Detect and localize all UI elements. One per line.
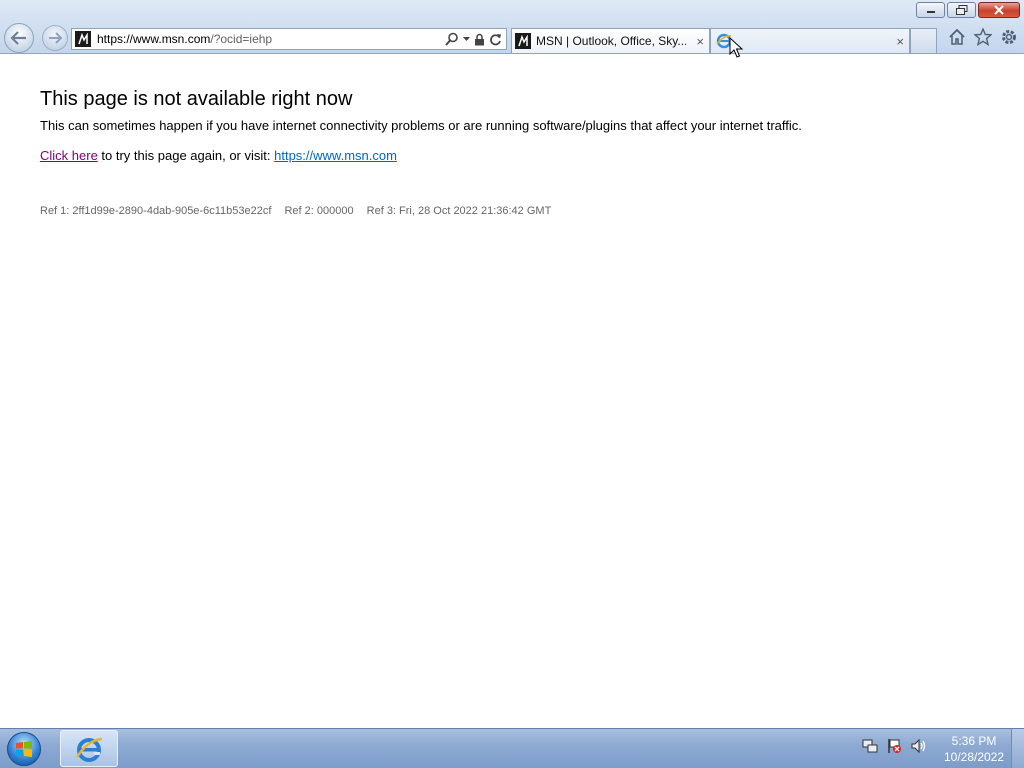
address-url[interactable]: https://www.msn.com/?ocid=iehp [97, 32, 272, 46]
search-icon[interactable] [445, 32, 459, 46]
msn-tab-favicon [515, 33, 531, 49]
home-icon[interactable] [948, 28, 966, 46]
internet-explorer-icon [75, 737, 103, 762]
tab-title: MSN | Outlook, Office, Sky... [536, 34, 686, 48]
url-rest: /?ocid=iehp [210, 32, 273, 46]
url-prefix: https://www. [97, 32, 162, 46]
minimize-icon [926, 11, 935, 13]
ref-3: Ref 3: Fri, 28 Oct 2022 21:36:42 GMT [366, 205, 552, 217]
taskbar-internet-explorer[interactable] [60, 730, 118, 767]
system-clock[interactable]: 5:36 PM 10/28/2022 [936, 733, 1012, 765]
windows-logo-icon [7, 732, 41, 766]
error-page: This page is not available right now Thi… [40, 88, 1000, 218]
tab-msn[interactable]: MSN | Outlook, Office, Sky... × [511, 28, 710, 53]
ref-1: Ref 1: 2ff1d99e-2890-4dab-905e-6c11b53e2… [40, 205, 272, 217]
browser-chrome: https://www.msn.com/?ocid=iehp MSN | Out… [0, 0, 1024, 54]
page-title: This page is not available right now [40, 88, 353, 110]
msn-favicon [75, 31, 91, 47]
start-button[interactable] [4, 730, 44, 768]
url-host: msn.com [161, 32, 211, 46]
retry-text: to try this page again, or visit: [97, 148, 275, 163]
click-here-link[interactable]: Click here [40, 148, 98, 163]
forward-button[interactable] [42, 25, 68, 51]
taskbar: 5:36 PM 10/28/2022 [0, 728, 1024, 768]
reference-codes: Ref 1: 2ff1d99e-2890-4dab-905e-6c11b53e2… [40, 204, 1000, 218]
clock-time: 5:36 PM [951, 734, 997, 748]
refresh-icon[interactable] [489, 33, 502, 46]
error-description: This can sometimes happen if you have in… [40, 118, 802, 133]
show-desktop-button[interactable] [1011, 729, 1024, 768]
window-controls [916, 2, 1020, 18]
volume-icon[interactable] [910, 738, 926, 754]
action-center-flag-icon[interactable] [886, 738, 902, 754]
mouse-cursor-icon [729, 37, 743, 58]
tab-close-button[interactable]: × [696, 35, 704, 48]
minimize-button[interactable] [916, 2, 945, 18]
network-icon[interactable] [862, 738, 878, 754]
restore-button[interactable] [947, 2, 976, 18]
close-window-button[interactable] [978, 2, 1020, 18]
new-tab-button[interactable] [910, 28, 937, 53]
forward-arrow-icon [49, 32, 63, 44]
restore-icon [955, 5, 967, 15]
clock-date: 10/28/2022 [943, 750, 1005, 764]
tab-close-button[interactable]: × [896, 35, 904, 48]
back-arrow-icon [10, 31, 26, 45]
ref-2: Ref 2: 000000 [284, 205, 354, 217]
retry-line: Click here to try this page again, or vi… [40, 148, 1000, 164]
lock-icon[interactable] [474, 33, 485, 46]
address-bar[interactable]: https://www.msn.com/?ocid=iehp [71, 28, 507, 50]
close-icon [994, 5, 1004, 15]
back-button[interactable] [4, 23, 34, 53]
msn-home-link[interactable]: https://www.msn.com [274, 148, 397, 163]
system-tray [862, 738, 926, 754]
star-icon[interactable] [974, 28, 992, 46]
gear-icon[interactable] [1000, 28, 1018, 46]
dropdown-arrow-icon[interactable] [463, 36, 470, 42]
